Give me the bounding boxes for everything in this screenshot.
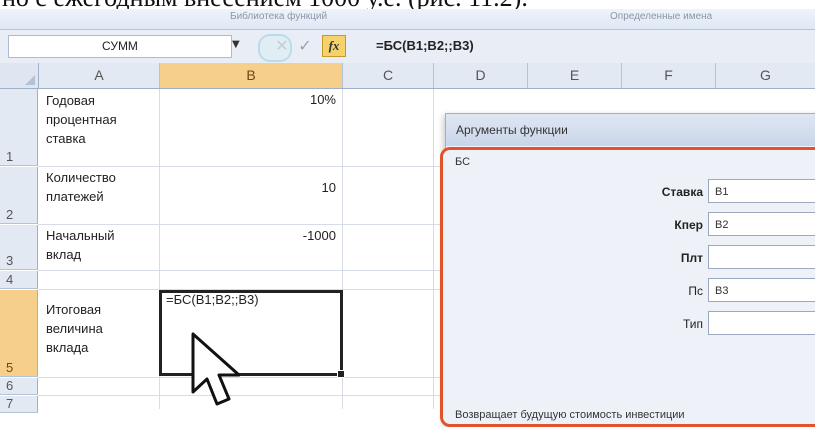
cell-text-line: Итоговая [46,302,102,317]
row-number: 3 [6,253,14,268]
cell-text-line: платежей [46,189,104,204]
row-header-7[interactable]: 7 [0,396,38,413]
cell-text-line: величина [46,321,103,336]
arg-input-tip[interactable] [708,311,815,335]
grid-line [433,89,434,409]
column-header-c[interactable]: C [343,63,434,88]
dialog-title[interactable]: Аргументы функции [446,114,815,146]
formula-buttons: ✕ ✓ fx [246,34,364,62]
row-header-5[interactable]: 5 [0,290,38,377]
function-description: Возвращает будущую стоимость инвестиции [455,409,685,421]
cell-b1[interactable]: 10% [240,92,336,107]
name-box-dropdown-icon[interactable]: ▼ [232,39,240,50]
cell-text-line: вклад [46,247,82,262]
column-header-d[interactable]: D [434,63,528,88]
ribbon-group-label: Определенные имена [610,11,713,22]
cell-b5-formula: =БС(B1;B2;;B3) [166,292,259,307]
column-headers: A B C D E F G [0,63,815,89]
cell-text-line: вклада [46,340,89,355]
cell-b2[interactable]: 10 [240,180,336,195]
arg-label-plt: Плт [680,251,703,265]
mouse-pointer-icon [191,332,241,406]
arg-label-stavka: Ставка [661,185,703,199]
cell-a1[interactable]: Годовая процентная ставка [46,91,117,148]
ribbon-group-label: Библиотека функций [230,11,328,22]
row-number: 2 [6,207,14,222]
formula-input[interactable]: =БС(B1;B2;;B3) [370,35,815,56]
insert-function-icon[interactable]: fx [322,35,346,57]
column-header-a[interactable]: A [39,63,160,88]
cell-text-line: ставка [46,131,86,146]
row-header-2[interactable]: 2 [0,167,38,224]
column-header-b[interactable]: B [160,63,343,88]
row-number: 5 [6,360,14,375]
cell-b3[interactable]: -1000 [240,228,336,243]
document-caption-text: но с ежегодным внесением 1000 у.е. (рис.… [0,0,815,11]
cell-a2[interactable]: Количество платежей [46,168,116,206]
cell-a5[interactable]: Итоговая величина вклада [46,300,103,357]
column-header-g[interactable]: G [716,63,815,88]
arg-label-kper: Кпер [674,218,703,232]
name-box[interactable]: СУММ [8,35,232,58]
cell-a3[interactable]: Начальный вклад [46,226,114,264]
fill-handle[interactable] [337,370,345,378]
cell-text-line: процентная [46,112,117,127]
row-header-3[interactable]: 3 [0,225,38,270]
cell-text-line: Годовая [46,93,95,108]
arg-input-plt[interactable] [708,245,815,269]
row-number: 4 [6,272,14,287]
row-number: 1 [6,149,14,164]
dialog-body: БС Ставка B1 Кпер B2 Плт Пс B3 Тип Возвр… [440,147,815,427]
column-header-f[interactable]: F [622,63,716,88]
cancel-icon[interactable]: ✕ [271,36,293,56]
row-header-1[interactable]: 1 [0,89,38,166]
arg-input-stavka[interactable]: B1 [708,179,815,203]
enter-check-icon[interactable]: ✓ [294,36,316,56]
cell-text-line: Начальный [46,228,115,243]
function-name: БС [455,156,471,168]
arg-input-ps[interactable]: B3 [708,278,815,302]
row-header-4[interactable]: 4 [0,271,38,289]
arg-input-kper[interactable]: B2 [708,212,815,236]
column-header-e[interactable]: E [528,63,622,88]
function-arguments-dialog: Аргументы функции БС Ставка B1 Кпер B2 П… [440,113,815,427]
arg-label-ps: Пс [688,284,703,298]
formula-bar: СУММ ▼ ✕ ✓ fx =БС(B1;B2;;B3) [0,29,815,64]
ribbon-strip: Библиотека функций Определенные имена [0,9,815,29]
arg-label-tip: Тип [682,317,703,331]
row-number: 6 [6,378,14,393]
select-all-corner[interactable] [0,63,39,88]
row-header-6[interactable]: 6 [0,378,38,395]
cell-text-line: Количество [46,170,116,185]
